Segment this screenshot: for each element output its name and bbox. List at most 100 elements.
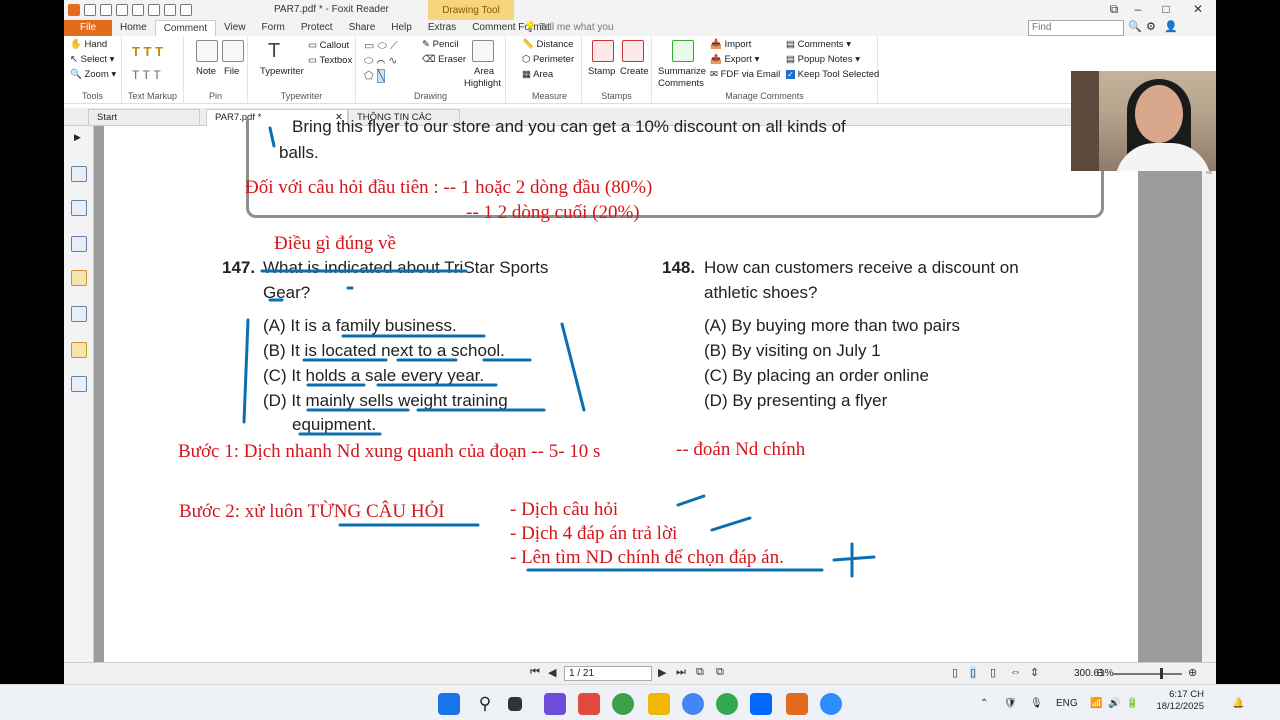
tab-comment[interactable]: Comment bbox=[154, 20, 217, 36]
task-view-icon[interactable] bbox=[508, 697, 522, 711]
callout-button[interactable]: ▭ Callout bbox=[308, 40, 349, 51]
zoom-slider[interactable] bbox=[1112, 673, 1182, 675]
pages-icon[interactable] bbox=[71, 200, 87, 216]
undo-icon[interactable] bbox=[148, 4, 160, 16]
snipping-tool-icon[interactable] bbox=[544, 693, 566, 715]
minimize-button[interactable]: – bbox=[1128, 2, 1148, 16]
fit-width-icon[interactable]: ⇔ bbox=[1010, 666, 1021, 678]
notification-icon[interactable]: 🔔 bbox=[1232, 698, 1244, 709]
app-icon-green[interactable] bbox=[612, 693, 634, 715]
file-explorer-icon[interactable] bbox=[648, 693, 670, 715]
tab-file[interactable]: File bbox=[64, 20, 112, 36]
open-icon[interactable] bbox=[84, 4, 96, 16]
facing-page-icon[interactable]: ⧉ bbox=[716, 666, 724, 679]
attachments-icon[interactable] bbox=[71, 306, 87, 322]
import-button[interactable]: 📥 Import bbox=[710, 39, 751, 50]
continuous-view-icon[interactable]: ▯ bbox=[970, 666, 977, 679]
underline-text-icon[interactable]: T T T bbox=[132, 68, 161, 82]
save-icon[interactable] bbox=[100, 4, 112, 16]
summarize-label-1[interactable]: Summarize bbox=[658, 66, 706, 77]
facing-view-icon[interactable]: ▯ bbox=[990, 666, 996, 679]
tab-view[interactable]: View bbox=[216, 20, 254, 36]
tray-overflow-icon[interactable]: ⌃ bbox=[980, 698, 988, 709]
microphone-icon[interactable]: 🎙 bbox=[1030, 698, 1043, 709]
comments-dropdown[interactable]: ▤ Comments ▾ bbox=[786, 39, 851, 50]
system-clock[interactable]: 6:17 CH 18/12/2025 bbox=[1148, 689, 1204, 713]
tab-help[interactable]: Help bbox=[383, 20, 420, 36]
tab-extras[interactable]: Extras bbox=[420, 20, 464, 36]
customize-icon[interactable] bbox=[180, 4, 192, 16]
tab-share[interactable]: Share bbox=[341, 20, 384, 36]
print-icon[interactable] bbox=[116, 4, 128, 16]
comments-panel-icon[interactable] bbox=[71, 270, 87, 286]
restore-ribbon-icon[interactable]: ⧉ bbox=[1104, 2, 1124, 17]
zoom-app-icon[interactable] bbox=[820, 693, 842, 715]
find-input[interactable]: Find bbox=[1028, 20, 1124, 36]
tell-me-search[interactable]: 💡 Tell me what you bbox=[524, 22, 614, 33]
language-indicator[interactable]: ENG bbox=[1056, 698, 1078, 709]
highlight-text-icon[interactable]: T T T bbox=[132, 44, 163, 59]
zoom-level[interactable]: 300.61% bbox=[1074, 668, 1113, 679]
shape-tools-icons-2[interactable]: ⬭ ⌒ ∿ bbox=[364, 54, 397, 68]
perimeter-button[interactable]: ⬡ Perimeter bbox=[522, 54, 574, 65]
next-page-icon[interactable]: ▶ bbox=[658, 666, 666, 679]
zoom-out-icon[interactable]: ⊖ bbox=[1096, 666, 1105, 679]
redo-icon[interactable] bbox=[164, 4, 176, 16]
note-icon[interactable] bbox=[196, 40, 218, 62]
keep-tool-selected-checkbox[interactable]: ✓ Keep Tool Selected bbox=[786, 69, 879, 80]
area-button[interactable]: ▦ Area bbox=[522, 69, 553, 80]
eraser-button[interactable]: ⌫ Eraser bbox=[422, 54, 466, 65]
paint-app-icon[interactable] bbox=[578, 693, 600, 715]
security-lock-icon[interactable] bbox=[71, 342, 87, 358]
bookmark-icon[interactable] bbox=[71, 166, 87, 182]
new-icon[interactable] bbox=[132, 4, 144, 16]
hand-tool[interactable]: ✋ Hand bbox=[70, 39, 107, 50]
chrome-icon[interactable] bbox=[682, 693, 704, 715]
layers-icon[interactable] bbox=[71, 236, 87, 252]
textbox-button[interactable]: ▭ Textbox bbox=[308, 55, 352, 66]
security-tray-icon[interactable]: 🛡 bbox=[1004, 698, 1017, 709]
create-stamp-icon[interactable] bbox=[622, 40, 644, 62]
fit-page-icon[interactable]: ⇕ bbox=[1030, 666, 1039, 679]
typewriter-button[interactable]: Typewriter bbox=[260, 66, 304, 77]
chrome-profile-icon[interactable] bbox=[716, 693, 738, 715]
typewriter-icon[interactable]: T bbox=[268, 40, 280, 63]
search-icon[interactable]: ⚲ bbox=[474, 693, 496, 715]
battery-icon[interactable]: 🔋 bbox=[1126, 698, 1138, 709]
stamp-button[interactable]: Stamp bbox=[588, 66, 615, 77]
drawing-tool-context-tab[interactable]: Drawing Tool bbox=[428, 0, 514, 20]
polygon-line-icons[interactable]: ⬠ ╲ bbox=[364, 69, 386, 83]
last-page-icon[interactable]: ⏭ bbox=[676, 666, 686, 679]
first-page-icon[interactable]: ⏮ bbox=[530, 666, 540, 679]
close-button[interactable]: ✕ bbox=[1188, 2, 1208, 16]
zoom-tool[interactable]: 🔍 Zoom ▾ bbox=[70, 69, 116, 80]
stamp-icon[interactable] bbox=[592, 40, 614, 62]
search-icon[interactable]: 🔍 bbox=[1128, 20, 1142, 33]
export-button[interactable]: 📤 Export ▾ bbox=[710, 54, 759, 65]
zalo-icon[interactable] bbox=[750, 693, 772, 715]
user-icon[interactable]: 👤 bbox=[1164, 20, 1178, 33]
summarize-comments-icon[interactable] bbox=[672, 40, 694, 62]
expand-panel-icon[interactable]: ▶ bbox=[74, 132, 81, 143]
distance-button[interactable]: 📏 Distance bbox=[522, 39, 573, 50]
summarize-label-2[interactable]: Comments bbox=[658, 78, 704, 89]
area-highlight-label-2[interactable]: Highlight bbox=[464, 78, 501, 89]
select-tool[interactable]: ↖ Select ▾ bbox=[70, 54, 114, 65]
vertical-scrollbar[interactable] bbox=[1202, 126, 1216, 662]
tab-protect[interactable]: Protect bbox=[293, 20, 341, 36]
create-button[interactable]: Create bbox=[620, 66, 649, 77]
maximize-button[interactable]: □ bbox=[1156, 2, 1176, 16]
settings-gear-icon[interactable]: ⚙ bbox=[1146, 20, 1156, 33]
tab-home[interactable]: Home bbox=[112, 20, 155, 36]
continuous-page-icon[interactable]: ⧉ bbox=[696, 666, 704, 679]
foxit-taskbar-icon[interactable] bbox=[786, 693, 808, 715]
wifi-icon[interactable]: 📶 bbox=[1090, 698, 1102, 709]
single-page-view-icon[interactable]: ▯ bbox=[952, 666, 958, 679]
signature-icon[interactable] bbox=[71, 376, 87, 392]
area-highlight-icon[interactable] bbox=[472, 40, 494, 62]
zoom-slider-thumb[interactable] bbox=[1160, 668, 1163, 679]
previous-page-icon[interactable]: ◀ bbox=[548, 666, 556, 679]
doc-tab-start[interactable]: Start bbox=[88, 109, 200, 126]
tab-form[interactable]: Form bbox=[254, 20, 293, 36]
note-button[interactable]: Note bbox=[196, 66, 216, 77]
